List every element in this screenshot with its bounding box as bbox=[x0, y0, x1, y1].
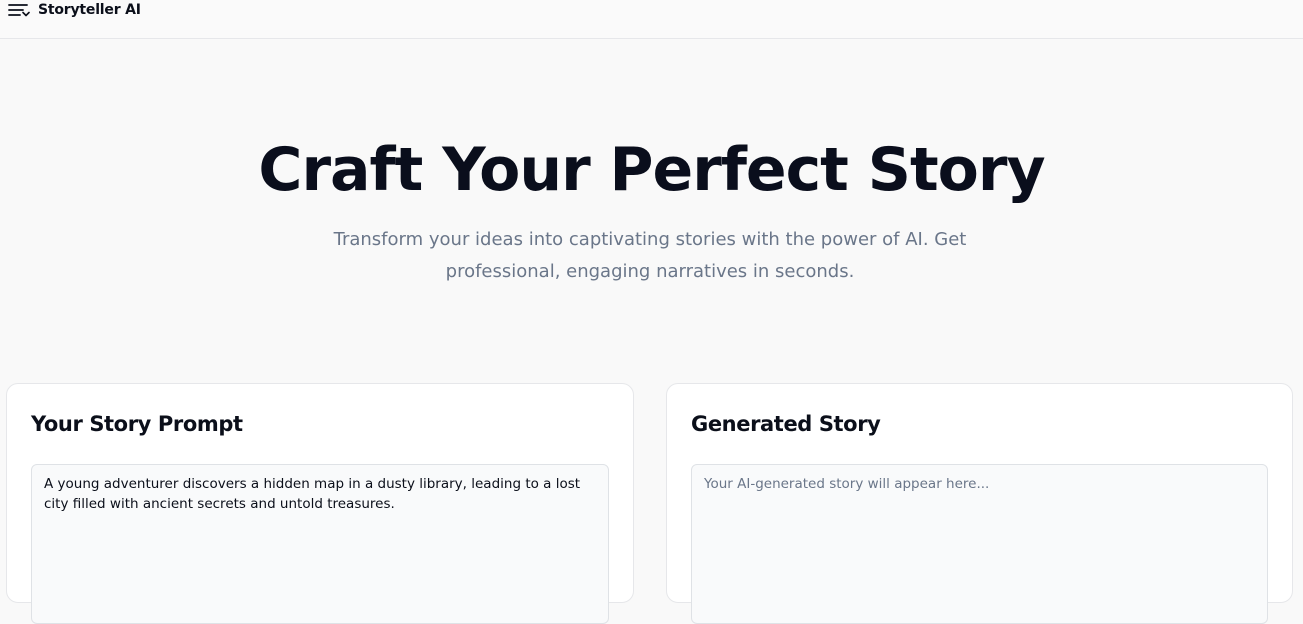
story-prompt-card: Your Story Prompt A young adventurer dis… bbox=[6, 383, 634, 624]
hero-title: Craft Your Perfect Story bbox=[258, 135, 1045, 205]
top-bar: Storyteller AI bbox=[0, 0, 1303, 39]
generated-story-card: Generated Story bbox=[666, 383, 1293, 624]
generated-story-title: Generated Story bbox=[691, 412, 881, 436]
menu-icon[interactable] bbox=[8, 1, 30, 19]
story-prompt-input[interactable]: A young adventurer discovers a hidden ma… bbox=[31, 464, 609, 624]
generated-story-output[interactable] bbox=[691, 464, 1268, 624]
hero-subtitle: Transform your ideas into captivating st… bbox=[333, 229, 967, 282]
brand-name[interactable]: Storyteller AI bbox=[38, 1, 141, 19]
story-prompt-title: Your Story Prompt bbox=[31, 412, 243, 436]
